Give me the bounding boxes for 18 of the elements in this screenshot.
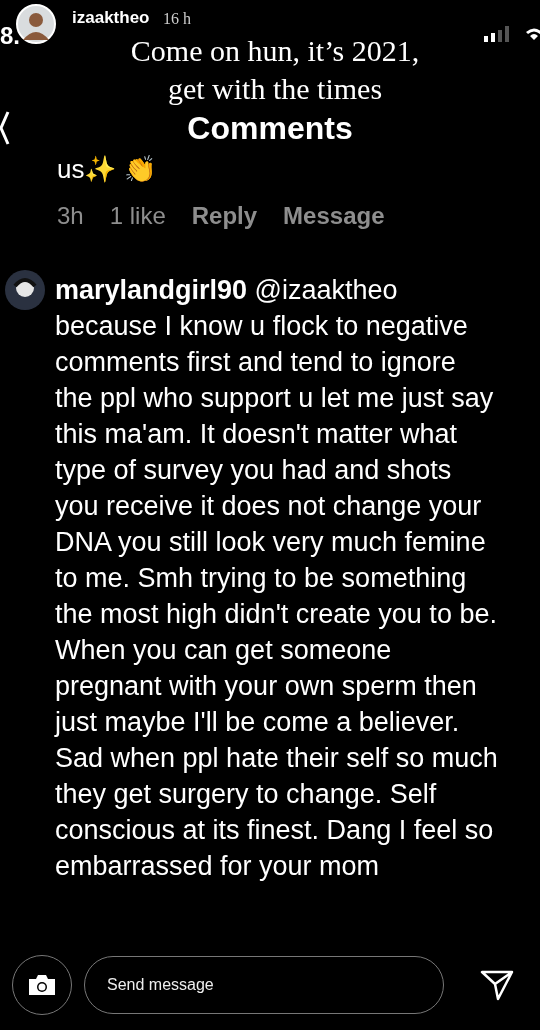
camera-icon	[27, 973, 57, 997]
meta-link[interactable]: Message	[283, 202, 385, 230]
meta-link[interactable]: Reply	[191, 202, 258, 230]
header-title: Comments	[186, 110, 354, 147]
back-icon[interactable]	[0, 110, 10, 146]
status-time: 8.	[0, 22, 20, 50]
like-count[interactable]: 1 like	[109, 202, 166, 230]
comment-time: 3h	[57, 202, 84, 230]
comment-text: us✨ 👏	[57, 154, 156, 186]
story-time: 16 h	[163, 10, 191, 28]
story-username[interactable]: izaaktheo	[72, 8, 150, 28]
wifi-icon	[526, 27, 540, 41]
story-caption: Come on hun, it’s 2021, get with the times	[129, 33, 421, 107]
comment-text: marylandgirl90 @izaaktheo because I know u flock to negative comments first and tend to ignore the ppl who support u let me just say this ma'am. It doesn't matter what type of survey you had and shots you receive it does not change your DNA you still look very much femine to me. Smh trying to be something the most high didn't create you to be. When you can get someone pregnant with your own sperm then just maybe I'll be come a believer. Sad when ppl hate their self so much they get surgery to change. Self conscious at its finest. Dang I feel so embarrassed for your mom	[55, 274, 499, 883]
signal-icon	[484, 26, 510, 42]
message-field[interactable]: Send message	[84, 956, 444, 1014]
avatar-icon[interactable]	[5, 270, 45, 310]
send-icon[interactable]	[480, 968, 514, 1002]
